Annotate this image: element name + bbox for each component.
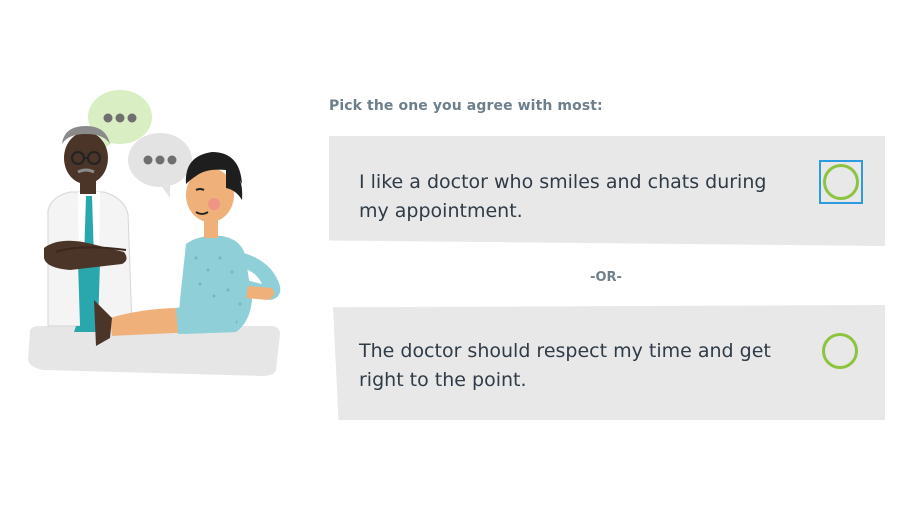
- question-prompt: Pick the one you agree with most:: [329, 98, 603, 114]
- doctor-figure: [44, 126, 133, 332]
- option-label-2: The doctor should respect my time and ge…: [359, 340, 771, 391]
- option-radio-1[interactable]: [823, 164, 859, 200]
- option-radio-2[interactable]: [822, 333, 858, 369]
- option-label-1: I like a doctor who smiles and chats dur…: [359, 171, 767, 222]
- speech-bubble-icon: [128, 133, 192, 198]
- option-card-2[interactable]: The doctor should respect my time and ge…: [333, 305, 885, 420]
- radio-focus-outline[interactable]: [819, 160, 863, 204]
- doctor-patient-illustration: [28, 90, 281, 376]
- or-divider: -OR-: [590, 270, 622, 285]
- option-card-1[interactable]: I like a doctor who smiles and chats dur…: [329, 136, 885, 246]
